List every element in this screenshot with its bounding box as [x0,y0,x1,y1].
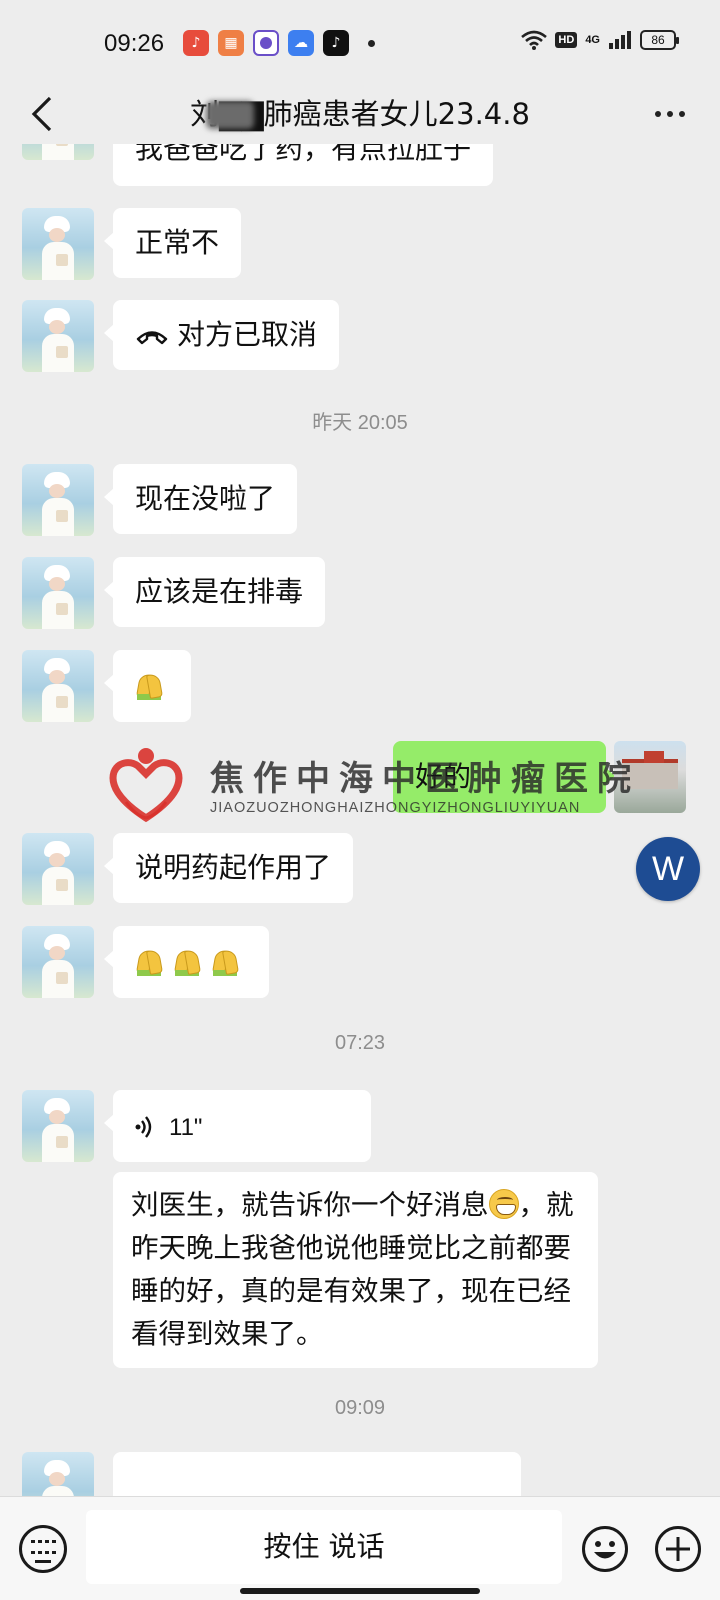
voice-duration: 11" [169,1114,203,1141]
status-time: 09:26 [104,30,165,57]
contact-avatar[interactable] [22,650,94,722]
message-bubble-partial[interactable] [113,1452,521,1496]
message-bubble[interactable]: 我爸爸吃了药，有点拉肚子 [113,144,494,186]
contact-avatar[interactable] [22,833,94,905]
timestamp: 09:09 [334,1397,386,1419]
chat-list[interactable]: 我爸爸吃了药，有点拉肚子 正常不 对方已取消 昨天 20:05 现在没啦了 应该… [0,144,720,1496]
message-bubble[interactable]: 应该是在排毒 [103,557,326,627]
pray-emoji-icon [135,948,163,976]
contact-avatar[interactable] [22,144,94,160]
floating-w-button[interactable]: W [636,837,700,901]
more-options-icon[interactable] [650,104,690,124]
chat-header: 刘▇▇肺癌患者女儿23.4.8 [0,84,720,144]
hospital-watermark-name: 焦作中海中医肿瘤医院 [210,759,640,799]
timestamp: 07:23 [334,1032,386,1054]
hd-badge: HD [555,32,578,48]
signal-label: 4G [585,33,600,46]
voice-message-bubble[interactable]: 11" [104,1090,371,1162]
hold-to-talk-button[interactable]: 按住 说话 [86,1510,562,1584]
input-bar: 按住 说话 [0,1496,720,1600]
tiktok-icon: ♪ [323,30,349,56]
hangup-icon [136,331,168,345]
contact-avatar[interactable] [22,464,94,536]
contact-avatar[interactable] [22,1452,94,1496]
contact-avatar[interactable] [22,208,94,280]
signal-icon [609,31,631,49]
message-bubble[interactable]: 正常不 [103,208,242,278]
emoji-icon[interactable] [581,1525,629,1573]
grin-emoji-icon [488,1189,519,1219]
voice-wave-icon [135,1116,152,1138]
pray-emoji-icon [173,948,201,976]
pray-emoji-icon [211,948,239,976]
contact-avatar[interactable] [22,300,94,372]
hospital-logo-icon [109,748,183,823]
system-icons: HD 4G 86 [521,30,679,50]
pray-emoji-icon [135,672,163,700]
message-text-part1: 刘医生，就告诉你一个好消息 [131,1189,489,1221]
call-cancelled-bubble[interactable]: 对方已取消 [103,300,340,370]
wifi-icon [521,30,548,50]
message-bubble[interactable]: 说明药起作用了 [103,833,354,903]
notification-icons: ♪ ▦ ☁ ♪ [183,30,375,56]
emoji-bubble[interactable] [104,650,191,722]
timestamp: 昨天 20:05 [312,412,408,434]
music-icon: ♪ [183,30,209,56]
battery-level: 86 [651,33,665,47]
home-indicator[interactable] [240,1588,480,1594]
contact-avatar[interactable] [22,926,94,998]
more-notifications-dot [368,39,375,47]
battery-icon: 86 [640,30,679,50]
emoji-bubble[interactable] [104,926,269,998]
message-bubble[interactable]: 刘医生，就告诉你一个好消息 ，就昨天晚上我爸他说他睡觉比之前都要睡的好，真的是有效… [113,1172,598,1368]
hospital-watermark-pinyin: JIAOZUOZHONGHAIZHONGYIZHONGLIUYIYUAN [210,800,581,816]
plus-icon[interactable] [654,1525,702,1573]
status-bar: 09:26 ♪ ▦ ☁ ♪ HD 4G 86 [0,0,720,88]
multi-app-icon: ▦ [218,30,244,56]
back-icon[interactable] [24,94,64,134]
message-bubble[interactable]: 现在没啦了 [103,464,298,534]
call-status-text: 对方已取消 [177,318,318,351]
browser-icon [253,30,279,56]
keyboard-toggle-icon[interactable] [19,1525,67,1573]
cloud-icon: ☁ [288,30,314,56]
contact-avatar[interactable] [22,557,94,629]
contact-avatar[interactable] [22,1090,94,1162]
redaction-blur [206,101,254,129]
